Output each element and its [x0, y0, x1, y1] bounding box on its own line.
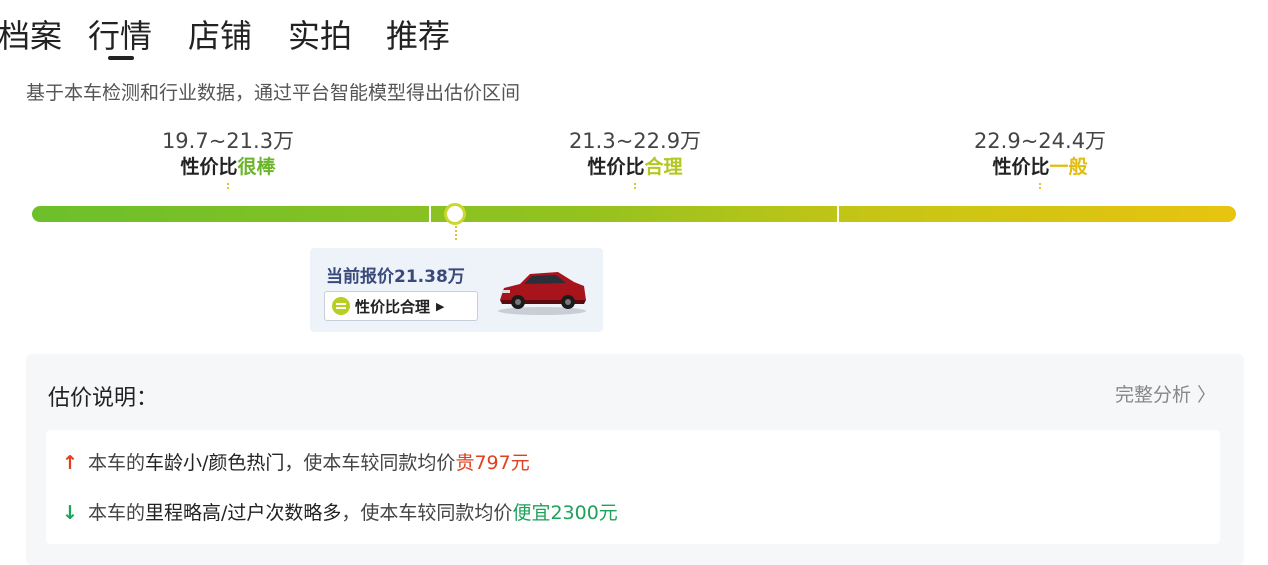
equal-icon	[332, 297, 350, 315]
range-price: 19.7~21.3万	[161, 129, 295, 153]
marker-dots	[455, 226, 457, 240]
factor-prefix: 本车的	[88, 502, 146, 524]
factor-result: 便宜2300元	[512, 502, 618, 524]
range-dots	[227, 183, 229, 191]
chevron-right-icon: 〉	[1196, 384, 1216, 406]
panel-title: 估价说明：	[48, 386, 159, 411]
factor-row: ↓ 本车的里程略高/过户次数略多，使本车较同款均价便宜2300元	[62, 498, 618, 525]
play-arrow-icon: ▶	[436, 299, 445, 313]
range-price: 21.3~22.9万	[568, 129, 702, 153]
range-great: 19.7~21.3万 性价比很棒	[118, 128, 338, 191]
range-verdict: 性价比一般	[930, 154, 1150, 180]
car-image	[498, 272, 586, 315]
full-analysis-label: 完整分析	[1114, 384, 1191, 406]
range-average: 22.9~24.4万 性价比一般	[930, 128, 1150, 191]
verdict-word: 很棒	[237, 156, 276, 178]
tab-market[interactable]: 行情	[88, 14, 152, 58]
factor-name: 里程略高/过户次数略多	[145, 502, 342, 524]
arrow-up-icon: ↑	[62, 452, 78, 474]
tab-photos[interactable]: 实拍	[288, 14, 352, 58]
range-dots	[1039, 183, 1041, 191]
tab-store[interactable]: 店铺	[188, 14, 252, 58]
verdict-word: 一般	[1049, 156, 1088, 178]
full-analysis-link[interactable]: 完整分析〉	[1115, 380, 1216, 407]
value-tag-label: 性价比合理	[355, 297, 431, 316]
range-divider	[429, 206, 431, 222]
price-range-bar	[32, 206, 1236, 222]
factor-prefix: 本车的	[88, 452, 146, 474]
current-price-label: 当前报价21.38万	[326, 267, 465, 287]
factor-name: 车龄小/颜色热门	[145, 452, 285, 474]
factor-result: 贵797元	[455, 452, 530, 474]
verdict-prefix: 性价比	[180, 156, 238, 178]
tab-recommend[interactable]: 推荐	[386, 14, 450, 58]
factor-middle: ，使本车较同款均价	[284, 452, 456, 474]
range-fair: 21.3~22.9万 性价比合理	[525, 128, 745, 191]
factor-middle: ，使本车较同款均价	[341, 502, 513, 524]
verdict-prefix: 性价比	[992, 156, 1050, 178]
verdict-prefix: 性价比	[587, 156, 645, 178]
value-tag-button[interactable]: 性价比合理 ▶	[324, 291, 478, 321]
range-price: 22.9~24.4万	[973, 129, 1107, 153]
active-tab-indicator	[108, 56, 134, 60]
range-divider	[837, 206, 839, 222]
factor-list: ↑ 本车的车龄小/颜色热门，使本车较同款均价贵797元 ↓ 本车的里程略高/过户次数…	[46, 430, 1220, 544]
factor-row: ↑ 本车的车龄小/颜色热门，使本车较同款均价贵797元	[62, 448, 530, 475]
valuation-explanation-panel: 估价说明： 完整分析〉 ↑ 本车的车龄小/颜色热门，使本车较同款均价贵797元 ↓…	[26, 354, 1244, 565]
tab-archive[interactable]: 档案	[0, 14, 62, 58]
arrow-down-icon: ↓	[62, 502, 78, 524]
range-verdict: 性价比很棒	[118, 154, 338, 180]
range-dots	[634, 183, 636, 191]
verdict-word: 合理	[644, 156, 683, 178]
current-price-card: 当前报价21.38万 性价比合理 ▶	[310, 248, 603, 332]
current-price-marker	[444, 203, 466, 225]
range-verdict: 性价比合理	[525, 154, 745, 180]
valuation-subtitle: 基于本车检测和行业数据，通过平台智能模型得出估价区间	[26, 82, 521, 104]
